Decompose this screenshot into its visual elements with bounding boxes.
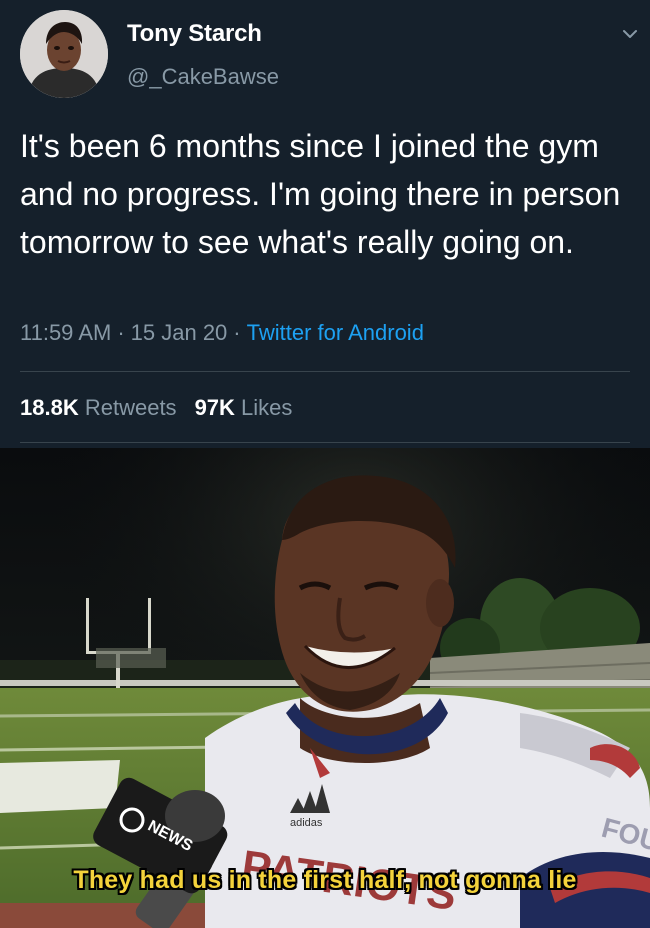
likes-stat[interactable]: 97K Likes <box>195 395 311 420</box>
meme-image: adidas PATRIOTS FOU NEWS They had us in … <box>0 448 650 928</box>
tweet-stats: 18.8K Retweets 97K Likes <box>20 395 310 421</box>
like-count: 97K <box>194 395 235 420</box>
retweet-count: 18.8K <box>20 395 79 420</box>
tweet-time[interactable]: 11:59 AM <box>20 320 111 345</box>
tweet-date[interactable]: 15 Jan 20 <box>131 320 228 345</box>
meta-separator: · <box>233 320 241 345</box>
chevron-down-icon[interactable] <box>620 26 640 42</box>
retweets-stat[interactable]: 18.8K Retweets <box>20 395 195 420</box>
meme-caption: They had us in the first half, not gonna… <box>73 866 577 894</box>
avatar-photo <box>20 10 108 98</box>
tweet-source-link[interactable]: Twitter for Android <box>247 320 424 345</box>
tweet-card: Tony Starch @_CakeBawse It's been 6 mont… <box>0 0 650 448</box>
meta-separator: · <box>117 320 125 345</box>
tweet-text: It's been 6 months since I joined the gy… <box>20 128 621 260</box>
jersey-brand-text: adidas <box>290 817 323 829</box>
retweet-label: Retweets <box>84 395 177 420</box>
divider <box>20 371 630 372</box>
tweet-meta: 11:59 AM · 15 Jan 20 · Twitter for Android <box>20 320 424 346</box>
like-label: Likes <box>241 395 293 420</box>
user-handle[interactable]: @_CakeBawse <box>127 64 279 90</box>
display-name[interactable]: Tony Starch <box>127 20 262 48</box>
divider <box>20 442 630 443</box>
profile-avatar[interactable] <box>20 10 108 98</box>
meme-photo: adidas PATRIOTS FOU NEWS <box>0 448 650 928</box>
